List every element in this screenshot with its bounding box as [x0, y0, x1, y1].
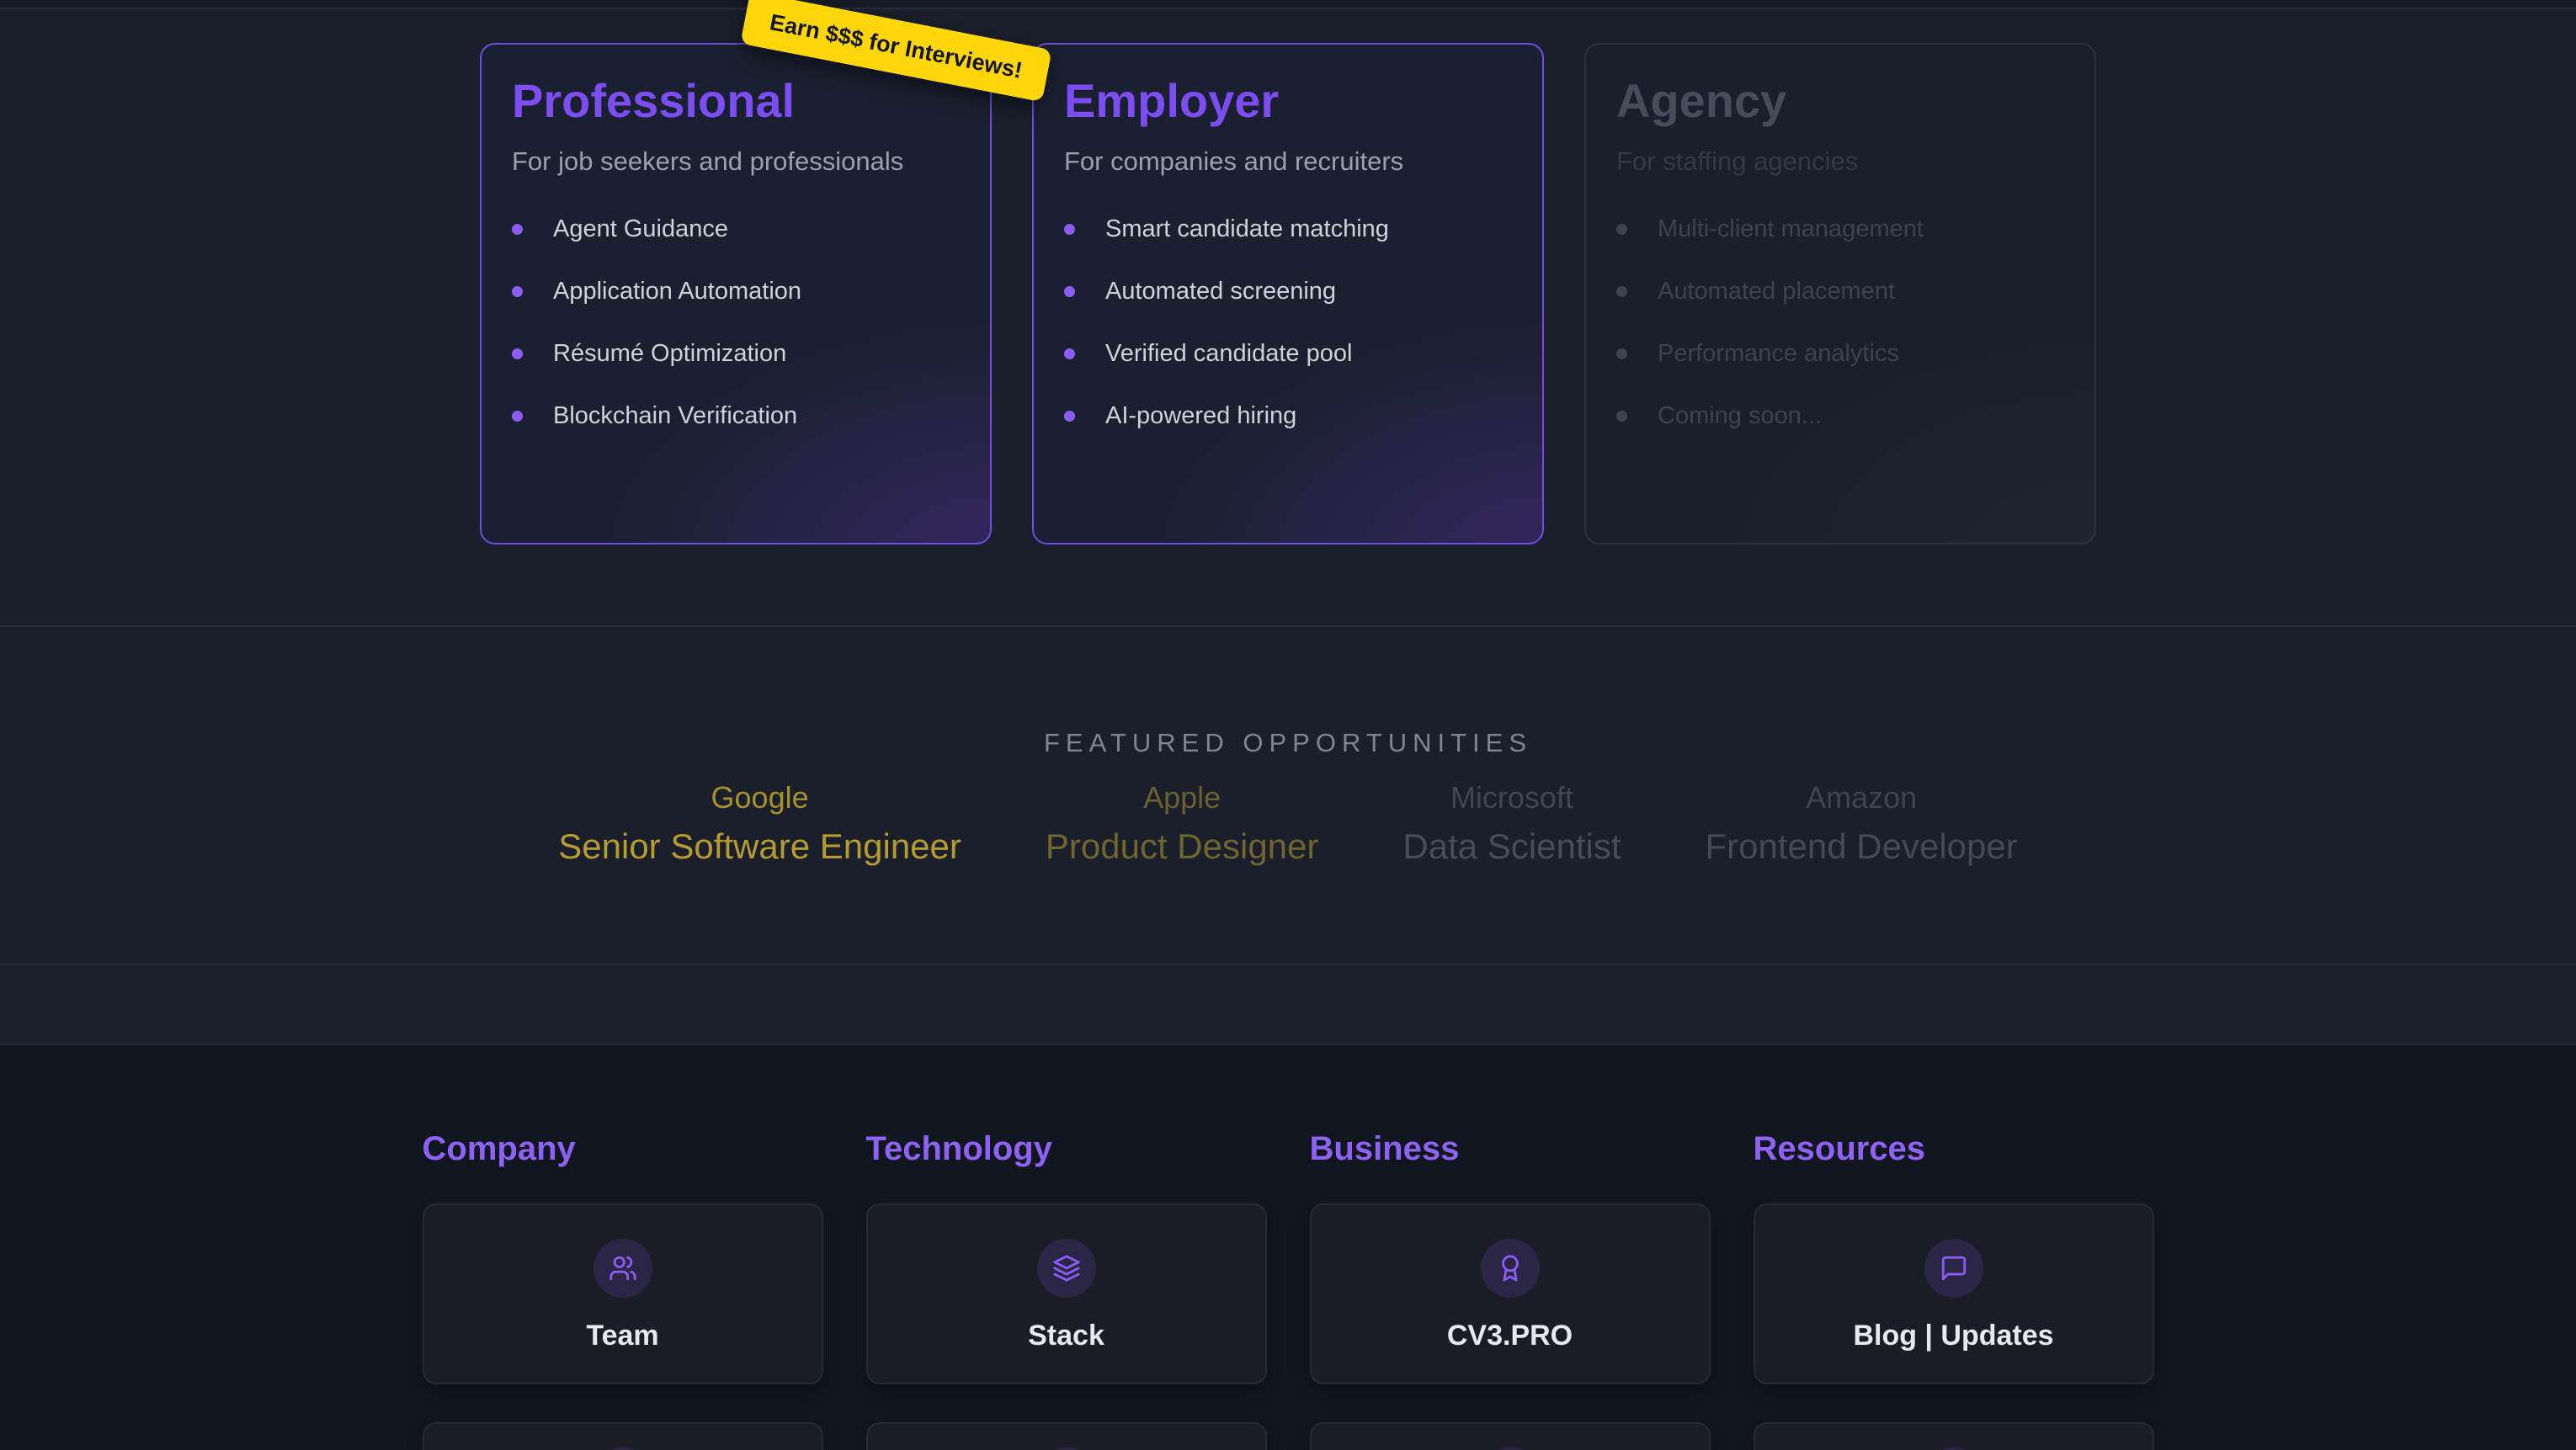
bullet-dot-icon	[1064, 411, 1075, 422]
bullet-dot-icon	[1616, 286, 1627, 297]
feature-label: Performance analytics	[1658, 340, 1899, 368]
footer-card-cv3pro[interactable]: CV3.PRO	[1310, 1203, 1711, 1384]
feature-label: Verified candidate pool	[1105, 340, 1352, 368]
feature-label: Automated screening	[1105, 278, 1336, 305]
feature-item: Résumé Optimization	[512, 340, 960, 368]
footer-column-company: Company Team	[423, 1129, 823, 1450]
bullet-dot-icon	[1616, 348, 1627, 359]
footer: Company Team Technology	[0, 1044, 2576, 1450]
bullet-dot-icon	[512, 411, 523, 422]
feature-item: AI-powered hiring	[1064, 402, 1512, 430]
footer-column-header: Company	[423, 1129, 823, 1168]
footer-columns: Company Team Technology	[0, 1045, 2576, 1450]
footer-card-label: Team	[586, 1320, 658, 1352]
bullet-dot-icon	[512, 224, 523, 235]
feature-label: Résumé Optimization	[553, 340, 786, 368]
featured-job-apple[interactable]: Apple Product Designer	[1046, 780, 1319, 868]
job-company: Microsoft	[1402, 780, 1621, 815]
feature-item: Application Automation	[512, 278, 960, 305]
feature-item: Blockchain Verification	[512, 402, 960, 430]
job-role: Senior Software Engineer	[558, 826, 961, 867]
feature-label: Multi-client management	[1658, 215, 1924, 243]
bullet-dot-icon	[1064, 286, 1075, 297]
footer-card-partial[interactable]	[1754, 1422, 2154, 1450]
spacer-band	[0, 965, 2576, 1044]
feature-item: Multi-client management	[1616, 215, 2064, 243]
feature-label: Agent Guidance	[553, 215, 728, 243]
feature-item: Automated placement	[1616, 278, 2064, 305]
card-subtitle: For staffing agencies	[1616, 146, 2064, 177]
footer-card-partial[interactable]	[866, 1422, 1267, 1450]
card-title: Professional	[512, 75, 960, 127]
job-company: Amazon	[1706, 780, 2018, 815]
feature-label: Smart candidate matching	[1105, 215, 1389, 243]
feature-list: Multi-client management Automated placem…	[1616, 215, 2064, 430]
bullet-dot-icon	[512, 348, 523, 359]
card-subtitle: For companies and recruiters	[1064, 146, 1512, 177]
footer-column-resources: Resources Blog | Updates	[1754, 1129, 2154, 1450]
footer-column-business: Business CV3.PRO	[1310, 1129, 1711, 1450]
feature-label: Coming soon...	[1658, 402, 1822, 430]
footer-card-label: Blog | Updates	[1853, 1320, 2053, 1352]
card-title: Agency	[1616, 75, 2064, 127]
featured-opportunities-section: FEATURED OPPORTUNITIES Google Senior Sof…	[0, 627, 2576, 964]
users-icon	[593, 1239, 652, 1298]
footer-column-technology: Technology Stack	[866, 1129, 1267, 1450]
footer-column-header: Business	[1310, 1129, 1711, 1168]
job-role: Frontend Developer	[1706, 826, 2018, 867]
section-top-border	[0, 0, 2576, 9]
job-role: Data Scientist	[1402, 826, 1621, 867]
bullet-dot-icon	[512, 286, 523, 297]
feature-item: Verified candidate pool	[1064, 340, 1512, 368]
job-role: Product Designer	[1046, 826, 1319, 867]
feature-item: Agent Guidance	[512, 215, 960, 243]
feature-list: Agent Guidance Application Automation Ré…	[512, 215, 960, 430]
footer-column-header: Resources	[1754, 1129, 2154, 1168]
footer-card-partial[interactable]	[1310, 1422, 1711, 1450]
feature-label: Automated placement	[1658, 278, 1895, 305]
pricing-card-professional[interactable]: Professional For job seekers and profess…	[480, 43, 992, 544]
footer-card-stack[interactable]: Stack	[866, 1203, 1267, 1384]
feature-list: Smart candidate matching Automated scree…	[1064, 215, 1512, 430]
featured-job-google[interactable]: Google Senior Software Engineer	[558, 780, 961, 868]
award-icon	[1481, 1239, 1540, 1298]
bullet-dot-icon	[1064, 348, 1075, 359]
feature-label: AI-powered hiring	[1105, 402, 1296, 430]
feature-label: Blockchain Verification	[553, 402, 797, 430]
feature-label: Application Automation	[553, 278, 801, 305]
featured-section-title: FEATURED OPPORTUNITIES	[0, 627, 2576, 758]
feature-item: Performance analytics	[1616, 340, 2064, 368]
card-subtitle: For job seekers and professionals	[512, 146, 960, 177]
job-company: Apple	[1046, 780, 1319, 815]
pricing-card-agency-disabled: Agency For staffing agencies Multi-clien…	[1584, 43, 2096, 544]
bullet-dot-icon	[1064, 224, 1075, 235]
message-square-icon	[1924, 1239, 1983, 1298]
pricing-cards-row: Professional For job seekers and profess…	[0, 9, 2576, 544]
footer-card-label: Stack	[1028, 1320, 1104, 1352]
feature-item: Smart candidate matching	[1064, 215, 1512, 243]
feature-item: Automated screening	[1064, 278, 1512, 305]
featured-job-microsoft[interactable]: Microsoft Data Scientist	[1402, 780, 1621, 868]
feature-item: Coming soon...	[1616, 402, 2064, 430]
pricing-landing-page: Earn $$$ for Interviews! Professional Fo…	[0, 0, 2576, 1450]
footer-card-label: CV3.PRO	[1447, 1320, 1573, 1352]
bullet-dot-icon	[1616, 411, 1627, 422]
layers-icon	[1037, 1239, 1096, 1298]
pricing-card-employer[interactable]: Employer For companies and recruiters Sm…	[1032, 43, 1544, 544]
footer-column-header: Technology	[866, 1129, 1267, 1168]
pricing-section: Professional For job seekers and profess…	[0, 9, 2576, 625]
bullet-dot-icon	[1616, 224, 1627, 235]
footer-card-blog[interactable]: Blog | Updates	[1754, 1203, 2154, 1384]
footer-card-team[interactable]: Team	[423, 1203, 823, 1384]
featured-job-amazon[interactable]: Amazon Frontend Developer	[1706, 780, 2018, 868]
featured-jobs-row: Google Senior Software Engineer Apple Pr…	[0, 780, 2576, 868]
card-title: Employer	[1064, 75, 1512, 127]
footer-card-partial[interactable]	[423, 1422, 823, 1450]
job-company: Google	[558, 780, 961, 815]
